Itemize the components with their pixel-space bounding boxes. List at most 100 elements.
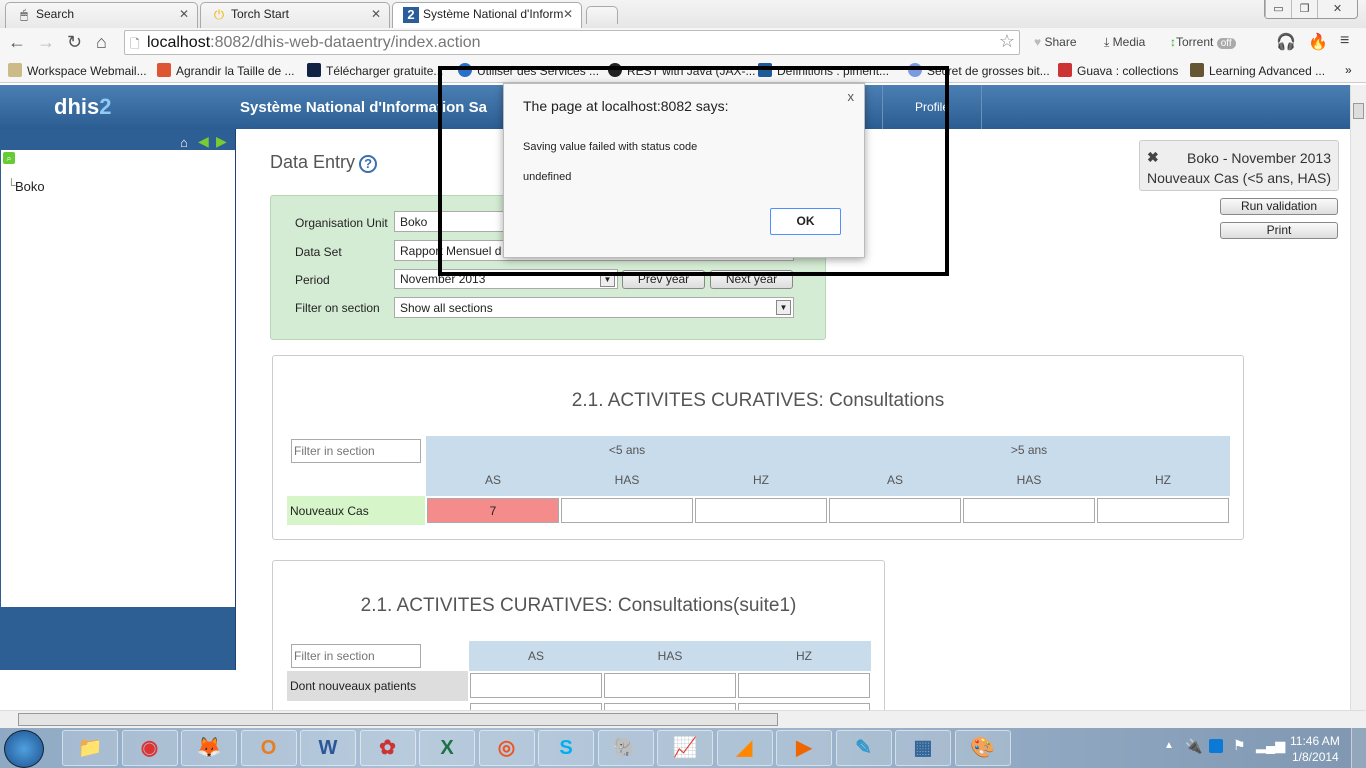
menu-icon[interactable]: ≡ bbox=[1340, 32, 1349, 50]
run-validation-button[interactable]: Run validation bbox=[1220, 198, 1338, 215]
more-bookmarks-button[interactable]: » bbox=[1345, 63, 1352, 77]
reload-icon[interactable]: ↻ bbox=[67, 32, 82, 53]
taskbar-excel-icon[interactable]: X bbox=[419, 730, 475, 766]
headphones-icon[interactable]: 🎧 bbox=[1276, 32, 1296, 52]
data-value-input[interactable] bbox=[604, 673, 736, 698]
period-label: Period bbox=[295, 273, 330, 287]
vertical-scrollbar[interactable] bbox=[1350, 85, 1366, 710]
bookmark[interactable]: Agrandir la Taille de ... bbox=[157, 63, 295, 78]
dhis2-logo[interactable]: dhis2 bbox=[54, 94, 111, 120]
flame-icon[interactable]: 🔥 bbox=[1308, 32, 1328, 52]
restore-icon[interactable]: ❐ bbox=[1291, 0, 1317, 18]
data-value-input[interactable] bbox=[963, 498, 1095, 523]
bookmark[interactable]: Learning Advanced ... bbox=[1190, 63, 1325, 78]
section-consultations-suite1: 2.1. ACTIVITES CURATIVES: Consultations(… bbox=[272, 560, 885, 728]
browser-tab-bar: 🖱 Search ✕ ⏻ Torch Start ✕ 2 Système National… bbox=[0, 0, 1366, 28]
column-header: HAS bbox=[614, 473, 640, 487]
close-tab-icon[interactable]: ✕ bbox=[563, 7, 573, 21]
forward-icon[interactable]: → bbox=[37, 32, 55, 53]
data-value-input[interactable] bbox=[1097, 498, 1229, 523]
show-desktop-button[interactable] bbox=[1351, 728, 1366, 768]
tab-dhis[interactable]: 2 Système National d'Inform ✕ bbox=[392, 2, 582, 28]
data-value-input[interactable] bbox=[829, 498, 961, 523]
minimize-icon[interactable]: ▭ bbox=[1265, 0, 1291, 18]
windows-taskbar: 📁 ◉ 🦊 O W ✿ X ◎ S 🐘 📈 ◢ ▶ ✎ ▦ 🎨 ▲ 🔌 ⚑ ▂▄▆ 11:46 AM 1/8/… bbox=[0, 728, 1366, 768]
show-hidden-icons[interactable]: ▲ bbox=[1164, 740, 1174, 751]
taskbar-firefox-icon[interactable]: 🦊 bbox=[181, 730, 237, 766]
network-signal-icon[interactable]: ▂▄▆ bbox=[1256, 738, 1285, 754]
taskbar-firefox-dev-icon[interactable]: ◎ bbox=[478, 730, 535, 766]
close-tab-icon[interactable]: ✕ bbox=[179, 7, 189, 21]
taskbar-chart-app-icon[interactable]: 📈 bbox=[657, 730, 713, 766]
clock-time[interactable]: 11:46 AM bbox=[1290, 734, 1340, 748]
value-info-box: ✖ Boko - November 2013 Nouveaux Cas (<5 … bbox=[1139, 140, 1339, 191]
data-value-input[interactable]: 7 bbox=[427, 498, 559, 523]
home-icon[interactable]: ⌂ bbox=[96, 32, 107, 53]
taskbar-app2-icon[interactable]: ✎ bbox=[835, 730, 892, 766]
help-icon[interactable]: ? bbox=[359, 155, 378, 173]
home-icon[interactable]: ⌂ bbox=[180, 135, 188, 150]
data-value-input[interactable] bbox=[695, 498, 827, 523]
taskbar-control-panel-icon[interactable]: ▦ bbox=[895, 730, 951, 766]
address-bar[interactable]: 🗋 localhost:8082/dhis-web-dataentry/index… bbox=[124, 30, 1020, 55]
filter-in-section-input[interactable] bbox=[291, 439, 421, 463]
data-value-input[interactable] bbox=[470, 673, 602, 698]
scroll-thumb[interactable] bbox=[18, 713, 778, 726]
data-value-input[interactable] bbox=[561, 498, 693, 523]
taskbar-skype-icon[interactable]: S bbox=[538, 730, 594, 766]
media-label: Media bbox=[1112, 35, 1146, 49]
taskbar-explorer-icon[interactable]: 📁 bbox=[62, 730, 118, 766]
arrow-left-icon[interactable]: ◀ bbox=[198, 133, 209, 150]
media-button[interactable]: ⤓ Media bbox=[1104, 35, 1145, 50]
taskbar-media-player-icon[interactable]: ▶ bbox=[776, 730, 832, 766]
filter-in-section-input[interactable] bbox=[291, 644, 421, 668]
section-title: 2.1. ACTIVITES CURATIVES: Consultations bbox=[571, 390, 945, 411]
download-icon: ⤓ bbox=[1104, 35, 1110, 49]
taskbar-outlook-icon[interactable]: O bbox=[240, 730, 297, 766]
taskbar-postgresql-icon[interactable]: 🐘 bbox=[597, 730, 654, 766]
taskbar-orange-app-icon[interactable]: ◢ bbox=[716, 730, 773, 766]
chevron-down-icon: ▼ bbox=[776, 300, 791, 315]
search-icon[interactable]: ⌕ bbox=[3, 152, 15, 164]
filter-section-select[interactable]: Show all sections ▼ bbox=[394, 297, 794, 318]
torrent-button[interactable]: ↕Torrent off bbox=[1170, 35, 1236, 49]
taskbar-paint-icon[interactable]: 🎨 bbox=[954, 730, 1011, 766]
back-icon[interactable]: ← bbox=[8, 32, 26, 53]
column-header: AS bbox=[886, 473, 903, 487]
section-consultations: 2.1. ACTIVITES CURATIVES: Consultations … bbox=[272, 355, 1244, 540]
arrow-right-icon[interactable]: ▶ bbox=[216, 133, 227, 150]
close-icon[interactable]: ✖ bbox=[1147, 147, 1159, 167]
power-plug-icon[interactable]: 🔌 bbox=[1185, 738, 1202, 755]
column-header: HZ bbox=[753, 473, 769, 487]
data-value-input[interactable] bbox=[738, 673, 870, 698]
data-set-label: Data Set bbox=[295, 245, 342, 259]
scroll-thumb[interactable] bbox=[1353, 103, 1364, 119]
info-line-1: Boko - November 2013 bbox=[1187, 150, 1331, 166]
bookmark[interactable]: Workspace Webmail... bbox=[8, 63, 147, 78]
tree-node-boko[interactable]: Boko bbox=[15, 179, 45, 194]
taskbar-app-icon[interactable]: ✿ bbox=[359, 730, 416, 766]
horizontal-scrollbar[interactable] bbox=[0, 710, 1366, 728]
tab-torch-start[interactable]: ⏻ Torch Start ✕ bbox=[200, 2, 390, 28]
org-unit-label: Organisation Unit bbox=[295, 216, 388, 230]
new-tab-button[interactable] bbox=[586, 6, 618, 24]
info-line-2: Nouveaux Cas (<5 ans, HAS) bbox=[1146, 170, 1331, 186]
taskbar-chrome-icon[interactable]: ◉ bbox=[121, 730, 178, 766]
star-icon[interactable]: ☆ bbox=[999, 31, 1015, 52]
close-tab-icon[interactable]: ✕ bbox=[371, 7, 381, 21]
logo-number: 2 bbox=[99, 94, 112, 119]
clock-date[interactable]: 1/8/2014 bbox=[1292, 750, 1339, 764]
taskbar-word-icon[interactable]: W bbox=[300, 730, 356, 766]
action-center-flag-icon[interactable]: ⚑ bbox=[1233, 737, 1246, 754]
start-button[interactable] bbox=[4, 730, 44, 768]
window-controls: ▭ ❐ ✕ bbox=[1264, 0, 1358, 19]
print-button[interactable]: Print bbox=[1220, 222, 1338, 239]
bookmark[interactable]: Télécharger gratuite... bbox=[307, 63, 443, 78]
teamviewer-icon[interactable] bbox=[1209, 739, 1223, 753]
close-window-icon[interactable]: ✕ bbox=[1317, 0, 1357, 18]
url-path: :8082/dhis-web-dataentry/index.action bbox=[210, 34, 481, 51]
bookmark[interactable]: Guava : collections bbox=[1058, 63, 1178, 78]
share-button[interactable]: ♥ Share bbox=[1034, 35, 1077, 49]
torrent-toggle[interactable]: off bbox=[1216, 38, 1236, 49]
tab-search[interactable]: 🖱 Search ✕ bbox=[5, 2, 198, 28]
